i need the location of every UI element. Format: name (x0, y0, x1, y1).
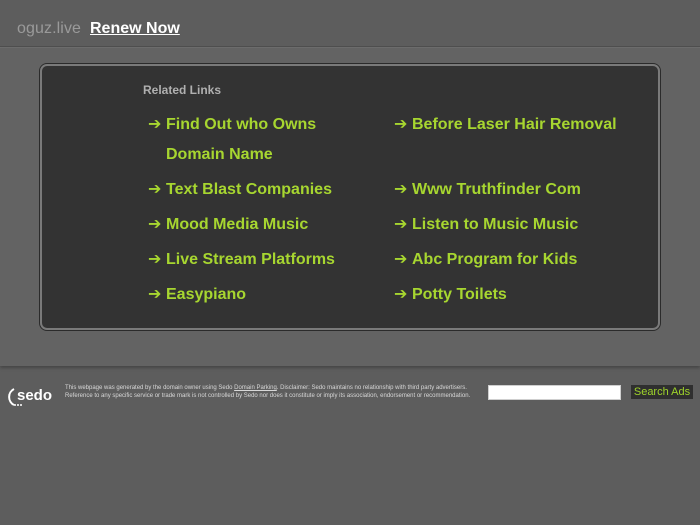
sedo-logo-text: sedo (17, 387, 52, 404)
arrow-right-icon: ➔ (394, 286, 408, 303)
disclaimer-text: This webpage was generated by the domain… (65, 385, 490, 400)
arrow-right-icon: ➔ (394, 116, 408, 133)
related-link-label: Mood Media Music (166, 216, 309, 233)
search-ads-button[interactable]: Search Ads (631, 385, 693, 399)
related-link-label: Potty Toilets (412, 286, 507, 303)
related-link-label: Find Out who Owns Domain Name (166, 116, 317, 163)
related-link[interactable]: ➔ Text Blast Companies (148, 175, 378, 205)
related-link-label: Live Stream Platforms (166, 251, 335, 268)
sedo-logo[interactable]: sedo (8, 385, 60, 409)
arrow-right-icon: ➔ (148, 181, 162, 198)
related-link-label: Www Truthfinder Com (412, 181, 581, 198)
related-link-label: Before Laser Hair Removal (412, 116, 617, 133)
sedo-logo-icon: sedo (8, 387, 52, 406)
arrow-right-icon: ➔ (394, 181, 408, 198)
related-link[interactable]: ➔ Easypiano (148, 280, 378, 310)
arrow-right-icon: ➔ (148, 116, 162, 133)
search-ads-input[interactable] (488, 385, 621, 400)
related-link[interactable]: ➔ Mood Media Music (148, 210, 378, 240)
related-link[interactable]: ➔ Www Truthfinder Com (394, 175, 624, 205)
related-link[interactable]: ➔ Potty Toilets (394, 280, 624, 310)
related-link-label: Abc Program for Kids (412, 251, 578, 268)
arrow-right-icon: ➔ (394, 216, 408, 233)
related-links-title: Related Links (143, 83, 222, 97)
domain-parking-link[interactable]: Domain Parking (234, 385, 277, 391)
related-link[interactable]: ➔ Find Out who Owns Domain Name (148, 110, 378, 170)
related-link[interactable]: ➔ Live Stream Platforms (148, 245, 378, 275)
disclaimer-pre: This webpage was generated by the domain… (65, 385, 235, 391)
arrow-right-icon: ➔ (148, 286, 162, 303)
related-link-label: Easypiano (166, 286, 247, 303)
related-link[interactable]: ➔ Listen to Music Music (394, 210, 624, 240)
arrow-right-icon: ➔ (148, 216, 162, 233)
arrow-right-icon: ➔ (148, 251, 162, 268)
header-bar: oguz.live Renew Now (0, 0, 700, 47)
related-link[interactable]: ➔ Before Laser Hair Removal (394, 110, 624, 140)
domain-name: oguz.live (17, 20, 82, 37)
arrow-right-icon: ➔ (394, 251, 408, 268)
renew-now-link[interactable]: Renew Now (90, 20, 180, 38)
related-link-label: Listen to Music Music (412, 216, 579, 233)
related-link[interactable]: ➔ Abc Program for Kids (394, 245, 624, 275)
related-link-label: Text Blast Companies (166, 181, 332, 198)
